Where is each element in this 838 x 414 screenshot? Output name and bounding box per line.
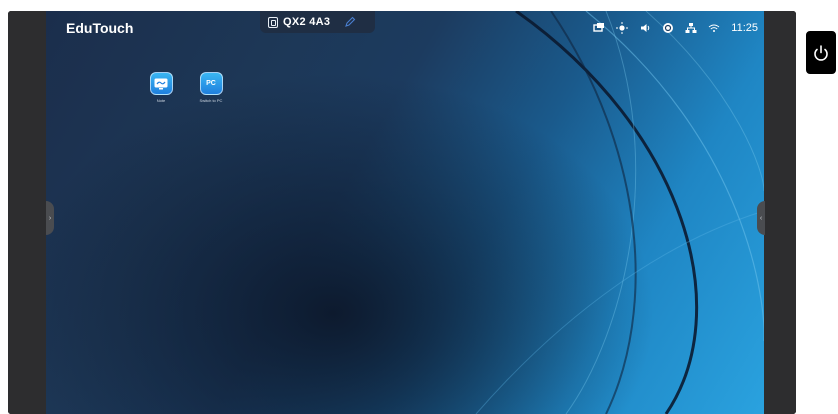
power-button[interactable]: [804, 29, 838, 76]
display-panel: EduTouch QX2 4A3 11:25 Note PC Switch to…: [8, 11, 796, 414]
pc-app-icon[interactable]: PC: [199, 72, 223, 95]
status-bar: 11:25: [593, 20, 758, 36]
app-note[interactable]: Note: [141, 72, 181, 103]
power-icon: [814, 44, 828, 61]
volume-icon[interactable]: [639, 22, 651, 34]
right-drawer-handle[interactable]: ‹: [757, 201, 765, 235]
app-switch-to-pc[interactable]: PC Switch to PC: [191, 72, 231, 103]
app-label-switch-to-pc: Switch to PC: [199, 98, 223, 103]
device-code-icon: [268, 16, 278, 28]
right-bezel: [764, 11, 796, 414]
clock: 11:25: [731, 22, 758, 34]
brightness-icon[interactable]: [616, 22, 629, 34]
screen-share-icon[interactable]: [593, 22, 605, 34]
session-code: QX2 4A3: [283, 16, 331, 28]
network-hub-icon[interactable]: [662, 22, 674, 34]
edit-pencil-icon[interactable]: [344, 16, 356, 28]
session-code-bar[interactable]: QX2 4A3: [260, 11, 375, 33]
pc-glyph: PC: [206, 80, 216, 87]
note-app-icon[interactable]: [149, 72, 173, 95]
ethernet-icon[interactable]: [685, 22, 697, 34]
brand-title: EduTouch: [66, 20, 134, 36]
app-label-note: Note: [156, 98, 166, 103]
left-bezel: [8, 11, 46, 414]
desktop-screen: EduTouch QX2 4A3 11:25 Note PC Switch to…: [46, 11, 764, 414]
wifi-icon[interactable]: [708, 22, 720, 34]
left-drawer-handle[interactable]: ›: [46, 201, 54, 235]
